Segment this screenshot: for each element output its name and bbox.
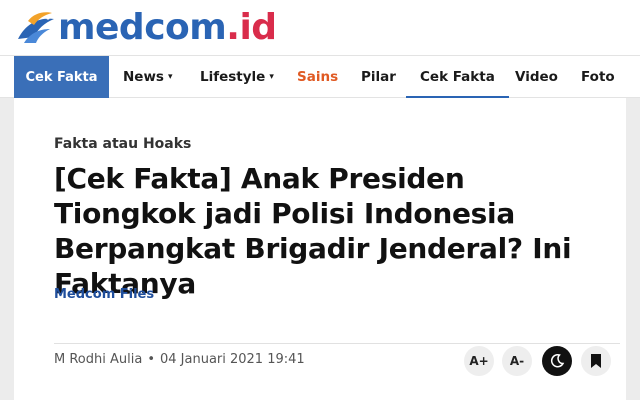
nav-item-lifestyle[interactable]: Lifestyle ▾ bbox=[200, 56, 274, 98]
article-title: [Cek Fakta] Anak Presiden Tiongkok jadi … bbox=[54, 162, 572, 300]
moon-icon bbox=[550, 353, 565, 368]
decrease-font-button[interactable]: A- bbox=[502, 346, 532, 376]
article-meta: M Rodhi Aulia • 04 Januari 2021 19:41 bbox=[54, 352, 305, 367]
nav-item-pilar[interactable]: Pilar bbox=[361, 56, 396, 98]
nav-item-sains[interactable]: Sains bbox=[297, 56, 338, 98]
meta-separator: • bbox=[147, 352, 155, 367]
article-category[interactable]: Fakta atau Hoaks bbox=[54, 136, 191, 152]
increase-font-button[interactable]: A+ bbox=[464, 346, 494, 376]
dark-mode-button[interactable] bbox=[542, 346, 572, 376]
bookmark-icon bbox=[591, 354, 601, 368]
site-header: medcom.id bbox=[0, 0, 640, 55]
logo-wordmark: medcom.id bbox=[58, 9, 277, 47]
nav-item-video[interactable]: Video bbox=[515, 56, 558, 98]
decrease-font-label: A- bbox=[509, 354, 525, 368]
article-source[interactable]: Medcom Files bbox=[54, 287, 154, 302]
nav-item-foto[interactable]: Foto bbox=[581, 56, 615, 98]
increase-font-label: A+ bbox=[469, 354, 489, 368]
current-section-tab[interactable]: Cek Fakta bbox=[14, 56, 109, 98]
nav-item-label: Lifestyle bbox=[200, 69, 266, 85]
nav-item-label: Foto bbox=[581, 69, 615, 85]
nav-item-label: News bbox=[123, 69, 164, 85]
nav-item-label: Cek Fakta bbox=[420, 69, 495, 85]
article-author[interactable]: M Rodhi Aulia bbox=[54, 352, 142, 367]
chevron-down-icon: ▾ bbox=[167, 72, 173, 82]
article-date: 04 Januari 2021 19:41 bbox=[159, 352, 305, 367]
chevron-down-icon: ▾ bbox=[269, 72, 274, 82]
divider bbox=[54, 343, 620, 344]
nav-item-label: Video bbox=[515, 69, 558, 85]
nav-item-cek-fakta[interactable]: Cek Fakta bbox=[406, 56, 509, 99]
site-logo[interactable]: medcom.id bbox=[14, 9, 277, 47]
article-card: Fakta atau Hoaks [Cek Fakta] Anak Presid… bbox=[14, 98, 626, 400]
logo-name-ext: .id bbox=[226, 7, 277, 48]
nav-item-label: Pilar bbox=[361, 69, 396, 85]
bookmark-button[interactable] bbox=[581, 346, 611, 376]
nav-item-news[interactable]: News ▾ bbox=[123, 56, 173, 98]
nav-item-label: Sains bbox=[297, 69, 339, 85]
logo-name-main: medcom bbox=[58, 7, 227, 48]
logo-bird-icon bbox=[18, 12, 54, 43]
main-nav: Cek Fakta News ▾ Lifestyle ▾ Sains Pilar C… bbox=[0, 55, 640, 99]
